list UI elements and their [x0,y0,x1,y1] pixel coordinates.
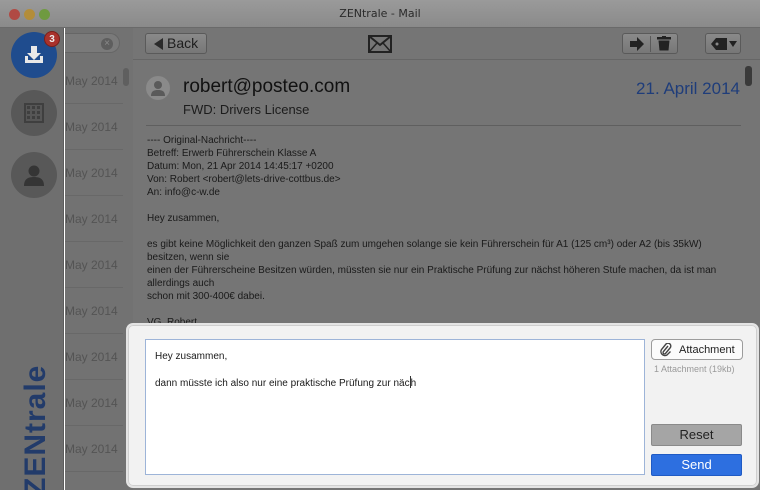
reply-line-text-after-caret: h [410,378,417,389]
sidebar: 3 ZENtrale [0,28,64,490]
list-item[interactable]: May 2014 [65,380,123,426]
list-item[interactable]: May 2014 [65,104,123,150]
message-toolbar: Back [133,28,760,60]
message-scrollbar[interactable] [745,66,752,86]
body-line [147,303,747,316]
body-line: Von: Robert <robert@lets-drive-cottbus.d… [147,174,341,185]
tag-icon [711,38,727,50]
sender-avatar [146,76,170,100]
list-item-date: May 2014 [65,258,118,272]
download-icon [25,46,43,63]
body-line: besitzen, wenn sie [147,252,230,263]
body-line: einen der Führerscheine Besitzen würden,… [147,265,717,276]
reply-panel: Hey zusammen, dann müsste ich also nur e… [126,323,759,488]
body-line [147,225,747,238]
reply-editor[interactable]: Hey zusammen, dann müsste ich also nur e… [145,339,645,475]
body-line: allerdings auch [147,278,215,289]
mail-list: × May 2014 May 2014 May 2014 May 2014 Ma… [65,28,133,490]
reply-line-text: dann müsste ich also nur eine praktische… [155,378,410,389]
unread-badge: 3 [44,31,60,47]
back-arrow-icon [154,38,163,50]
list-item-date: May 2014 [65,442,118,456]
message-body: ---- Original-Nachricht---- Betreff: Erw… [147,134,747,329]
reply-line: dann müsste ich also nur eine praktische… [155,376,644,390]
attachment-button[interactable]: Attachment [651,339,743,360]
body-line: ---- Original-Nachricht---- [147,135,257,146]
sidebar-item-calendar[interactable] [11,90,57,136]
list-item[interactable]: May 2014 [65,58,123,104]
chevron-down-icon [729,41,737,47]
back-button-label: Back [167,35,199,51]
body-line: Datum: Mon, 21 Apr 2014 14:45:17 +0200 [147,161,334,172]
window-title: ZENtrale - Mail [339,7,421,20]
body-line: Betreff: Erwerb Führerschein Klasse A [147,148,317,159]
tag-menu-button[interactable] [705,33,741,54]
list-item-date: May 2014 [65,120,118,134]
sender-address: robert@posteo.com [183,76,351,97]
list-item[interactable]: May 2014 [65,426,123,472]
attachment-button-label: Attachment [679,344,735,356]
brand-logo: ZENtrale [19,346,52,490]
list-item[interactable]: May 2014 [65,196,123,242]
list-item-date: May 2014 [65,212,118,226]
envelope-icon [368,35,392,53]
sidebar-item-contacts[interactable] [11,152,57,198]
divider [650,36,651,52]
reply-line: Hey zusammen, [155,351,228,362]
list-item[interactable]: May 2014 [65,242,123,288]
paperclip-icon [660,343,672,357]
user-icon [151,81,165,96]
list-item-date: May 2014 [65,396,118,410]
list-item[interactable]: May 2014 [65,334,123,380]
contact-icon [24,165,44,186]
reset-button[interactable]: Reset [651,424,742,446]
send-button[interactable]: Send [651,454,742,476]
body-line: schon mit 300-400€ dabei. [147,291,265,302]
trash-icon[interactable] [657,36,671,51]
body-line: es gibt keine Möglichkeit den ganzen Spa… [147,239,702,250]
message-date: 21. April 2014 [636,79,740,98]
list-scrollbar[interactable] [123,68,129,86]
list-item[interactable]: May 2014 [65,288,123,334]
calendar-icon [24,103,44,123]
message-subject: FWD: Drivers License [183,102,310,117]
list-item-date: May 2014 [65,74,118,88]
list-item[interactable]: May 2014 [65,150,123,196]
attachment-count: 1 Attachment (19kb) [654,364,735,374]
forward-icon[interactable] [629,37,645,51]
body-line [147,199,747,212]
list-item-date: May 2014 [65,166,118,180]
brand-name: ZENtrale [19,364,52,490]
body-line: An: info@c-w.de [147,187,220,198]
list-item-date: May 2014 [65,304,118,318]
message-actions [622,33,678,54]
back-button[interactable]: Back [145,33,207,54]
body-line: Hey zusammen, [147,213,220,224]
header-divider [146,125,741,126]
search-input[interactable]: × [65,33,120,53]
list-item-date: May 2014 [65,350,118,364]
clear-search-icon[interactable]: × [101,38,113,50]
title-bar: ZENtrale - Mail [0,0,760,28]
